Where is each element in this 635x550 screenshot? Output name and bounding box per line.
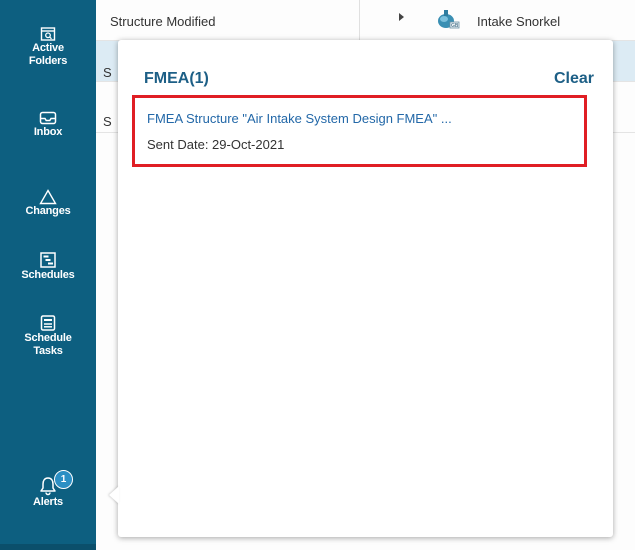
column-divider: [359, 0, 360, 44]
alert-sent-date: Sent Date: 29-Oct-2021: [147, 137, 285, 152]
delta-icon: [39, 189, 57, 205]
clear-button[interactable]: Clear: [554, 70, 594, 88]
nav-label-schedules: Schedules: [21, 269, 75, 281]
schedule-tasks-icon: [40, 315, 56, 331]
nav-item-schedules[interactable]: Schedules: [0, 251, 96, 282]
row-status-text: S: [103, 114, 112, 129]
nav-item-schedule-tasks[interactable]: Schedule Tasks: [0, 314, 96, 358]
table-row[interactable]: Structure Modified GB Intake Snorkel: [96, 0, 635, 44]
inbox-icon: [39, 111, 57, 125]
nav-rail: Active Folders Inbox Changes Schedules S…: [0, 0, 96, 550]
popover-title: FMEA(1): [144, 70, 209, 87]
svg-text:GB: GB: [451, 23, 459, 29]
part-assembly-icon: GB: [438, 10, 460, 29]
rail-bottom-edge: [0, 544, 96, 550]
alerts-count-badge: 1: [54, 470, 73, 489]
alerts-popover: FMEA(1) Clear FMEA Structure "Air Intake…: [109, 40, 613, 537]
nav-item-alerts[interactable]: 1 Alerts: [0, 470, 96, 509]
nav-label-alerts: Alerts: [33, 496, 63, 508]
expand-arrow-icon[interactable]: [399, 13, 404, 21]
popover-header: FMEA(1) Clear: [144, 70, 594, 90]
nav-label-schedule-tasks: Schedule Tasks: [24, 332, 72, 357]
nav-label-inbox: Inbox: [33, 126, 63, 138]
alert-item[interactable]: FMEA Structure "Air Intake System Design…: [132, 95, 587, 167]
nav-item-changes[interactable]: Changes: [0, 189, 96, 218]
nav-item-inbox[interactable]: Inbox: [0, 110, 96, 139]
folder-search-icon: [40, 27, 56, 41]
nav-label-active-folders: Active Folders: [28, 42, 68, 67]
row-status-text: S: [103, 65, 112, 80]
row-item-name: Intake Snorkel: [477, 14, 561, 29]
schedule-chart-icon: [40, 252, 56, 268]
alert-link[interactable]: FMEA Structure "Air Intake System Design…: [147, 111, 452, 126]
nav-item-active-folders[interactable]: Active Folders: [0, 26, 96, 68]
popover-pointer: [109, 486, 119, 504]
nav-label-changes: Changes: [25, 205, 71, 217]
row-status-text: Structure Modified: [110, 14, 216, 29]
app-window: Active Folders Inbox Changes Schedules S…: [0, 0, 635, 550]
